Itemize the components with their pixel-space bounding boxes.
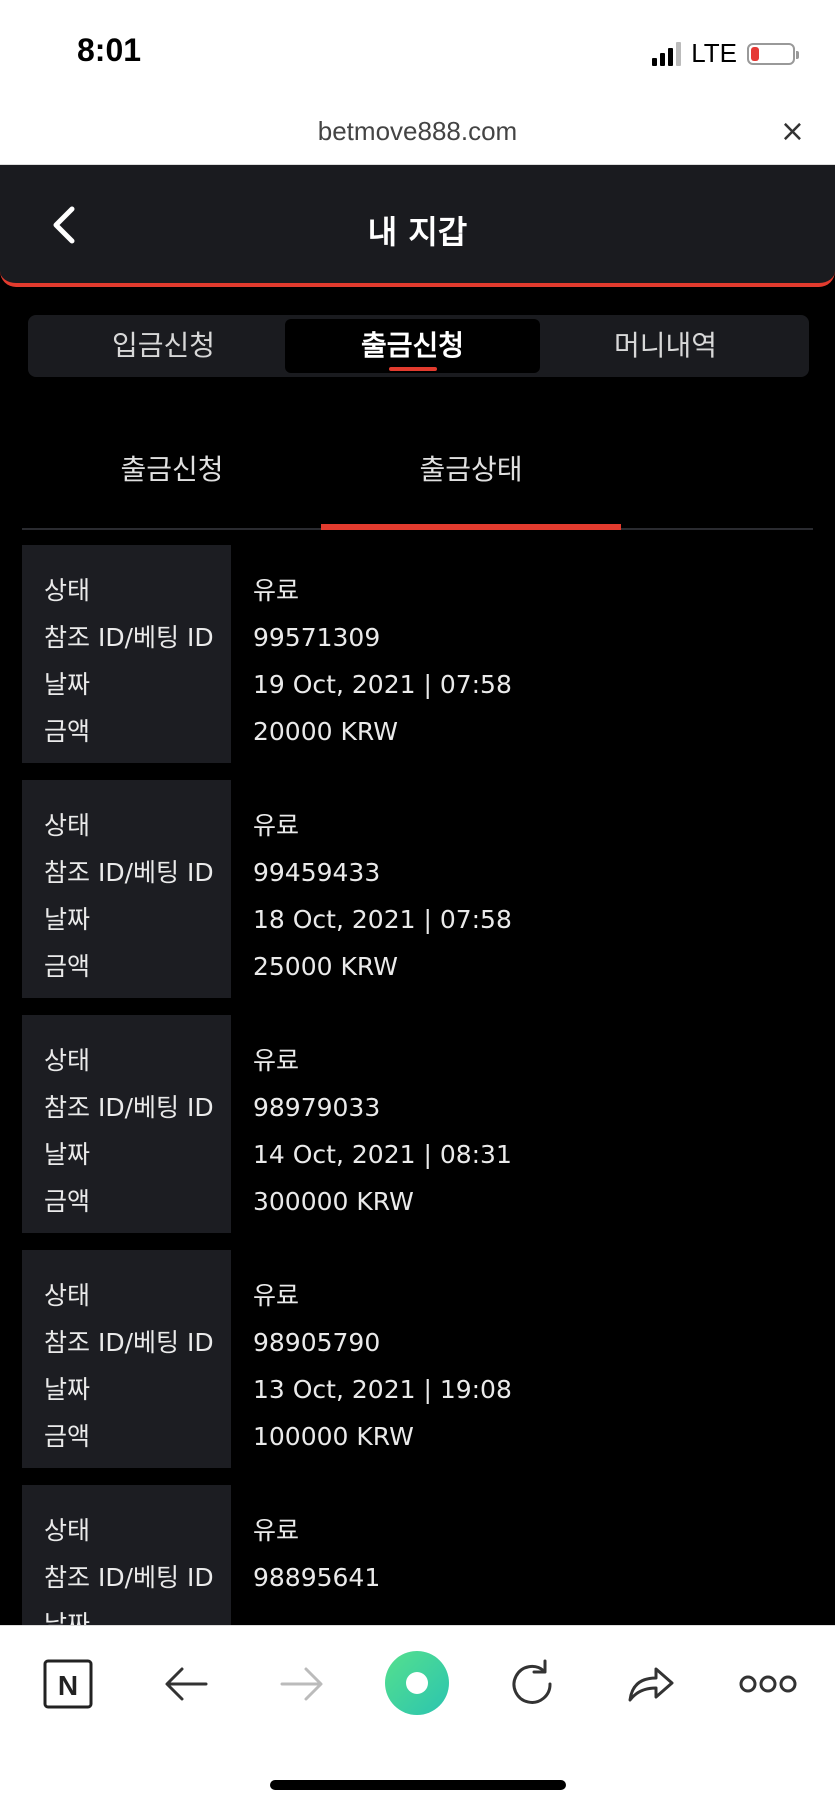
withdraw-status-list: 상태 참조 ID/베팅 ID 날짜 금액 유료 99571309 19 Oct,… — [22, 545, 813, 1625]
close-icon[interactable]: × — [780, 114, 805, 149]
home-dot-icon[interactable] — [382, 1648, 452, 1718]
share-icon[interactable] — [622, 1656, 678, 1712]
page-header: 내 지갑 — [0, 165, 835, 287]
record-labels: 상태 참조 ID/베팅 ID 날짜 금액 — [22, 780, 231, 998]
label-ref-id: 참조 ID/베팅 ID — [44, 623, 214, 652]
wallet-tabs: 입금신청 출금신청 머니내역 — [28, 315, 809, 377]
subtab-withdraw-request[interactable]: 출금신청 — [22, 448, 322, 488]
list-item: 상태 참조 ID/베팅 ID 날짜 금액 유료 99571309 19 Oct,… — [22, 545, 813, 763]
naver-icon[interactable]: N — [40, 1656, 96, 1712]
status-value: 유료 — [253, 576, 300, 605]
record-values: 유료 98905790 13 Oct, 2021 | 19:08 100000 … — [231, 1250, 512, 1468]
tab-withdraw[interactable]: 출금신청 — [285, 319, 540, 373]
browser-url-bar: betmove888.com × — [0, 100, 835, 165]
label-amount: 금액 — [44, 717, 91, 746]
back-arrow-icon[interactable] — [158, 1656, 214, 1712]
date-value — [253, 1607, 380, 1625]
label-date: 날짜 — [44, 1375, 91, 1404]
clock: 8:01 — [77, 32, 142, 68]
amount-value: 100000 KRW — [253, 1422, 414, 1451]
tab-label: 머니내역 — [613, 329, 718, 362]
status-icons: LTE — [652, 38, 799, 69]
ref-id-value: 98895641 — [253, 1563, 381, 1592]
date-value: 13 Oct, 2021 | 19:08 — [253, 1375, 512, 1404]
record-labels: 상태 참조 ID/베팅 ID 날짜 금액 — [22, 545, 231, 763]
record-values: 유료 98895641 — [231, 1485, 380, 1625]
refresh-icon[interactable] — [504, 1656, 560, 1712]
label-status: 상태 — [44, 576, 91, 605]
label-ref-id: 참조 ID/베팅 ID — [44, 1563, 214, 1592]
record-labels: 상태 참조 ID/베팅 ID 날짜 금액 — [22, 1485, 231, 1625]
network-label: LTE — [691, 38, 737, 68]
label-date: 날짜 — [44, 1610, 91, 1625]
tab-label: 출금신청 — [360, 329, 465, 362]
record-labels: 상태 참조 ID/베팅 ID 날짜 금액 — [22, 1015, 231, 1233]
label-ref-id: 참조 ID/베팅 ID — [44, 1093, 214, 1122]
subtab-withdraw-status[interactable]: 출금상태 — [321, 448, 621, 488]
label-amount: 금액 — [44, 1422, 91, 1451]
tab-money-history[interactable]: 머니내역 — [538, 319, 793, 373]
amount-value: 20000 KRW — [253, 717, 398, 746]
withdraw-subtabs: 출금신청 출금상태 — [22, 420, 813, 530]
label-ref-id: 참조 ID/베팅 ID — [44, 858, 214, 887]
battery-icon — [747, 42, 799, 65]
label-amount: 금액 — [44, 952, 91, 981]
list-item: 상태 참조 ID/베팅 ID 날짜 금액 유료 98905790 13 Oct,… — [22, 1250, 813, 1468]
ref-id-value: 99571309 — [253, 623, 381, 652]
record-values: 유료 99571309 19 Oct, 2021 | 07:58 20000 K… — [231, 545, 512, 763]
amount-value: 300000 KRW — [253, 1187, 414, 1216]
ref-id-value: 99459433 — [253, 858, 381, 887]
record-values: 유료 99459433 18 Oct, 2021 | 07:58 25000 K… — [231, 780, 512, 998]
date-value: 18 Oct, 2021 | 07:58 — [253, 905, 512, 934]
date-value: 14 Oct, 2021 | 08:31 — [253, 1140, 512, 1169]
tab-label: 입금신청 — [111, 329, 216, 362]
more-icon[interactable] — [736, 1656, 800, 1712]
naver-letter: N — [58, 1670, 78, 1701]
tab-deposit[interactable]: 입금신청 — [36, 319, 291, 373]
browser-toolbar: N — [0, 1625, 835, 1808]
active-subtab-indicator — [321, 524, 621, 530]
list-item: 상태 참조 ID/베팅 ID 날짜 금액 유료 98979033 14 Oct,… — [22, 1015, 813, 1233]
status-value: 유료 — [253, 1046, 300, 1075]
status-bar: 8:01 LTE — [0, 0, 835, 100]
list-item: 상태 참조 ID/베팅 ID 날짜 금액 유료 99459433 18 Oct,… — [22, 780, 813, 998]
label-status: 상태 — [44, 1281, 91, 1310]
label-date: 날짜 — [44, 905, 91, 934]
active-tab-indicator — [388, 367, 437, 371]
label-status: 상태 — [44, 811, 91, 840]
label-ref-id: 참조 ID/베팅 ID — [44, 1328, 214, 1357]
label-amount: 금액 — [44, 1187, 91, 1216]
record-values: 유료 98979033 14 Oct, 2021 | 08:31 300000 … — [231, 1015, 512, 1233]
label-date: 날짜 — [44, 670, 91, 699]
label-status: 상태 — [44, 1516, 91, 1545]
label-status: 상태 — [44, 1046, 91, 1075]
date-value: 19 Oct, 2021 | 07:58 — [253, 670, 512, 699]
url-text[interactable]: betmove888.com — [0, 116, 835, 147]
amount-value: 25000 KRW — [253, 952, 398, 981]
ref-id-value: 98979033 — [253, 1093, 381, 1122]
label-date: 날짜 — [44, 1140, 91, 1169]
home-indicator — [270, 1780, 566, 1790]
signal-icon — [652, 41, 682, 66]
page-title: 내 지갑 — [367, 213, 468, 251]
ref-id-value: 98905790 — [253, 1328, 381, 1357]
list-item: 상태 참조 ID/베팅 ID 날짜 금액 유료 98895641 — [22, 1485, 813, 1625]
status-value: 유료 — [253, 1516, 300, 1545]
status-value: 유료 — [253, 1281, 300, 1310]
status-value: 유료 — [253, 811, 300, 840]
forward-arrow-icon — [280, 1667, 323, 1701]
record-labels: 상태 참조 ID/베팅 ID 날짜 금액 — [22, 1250, 231, 1468]
